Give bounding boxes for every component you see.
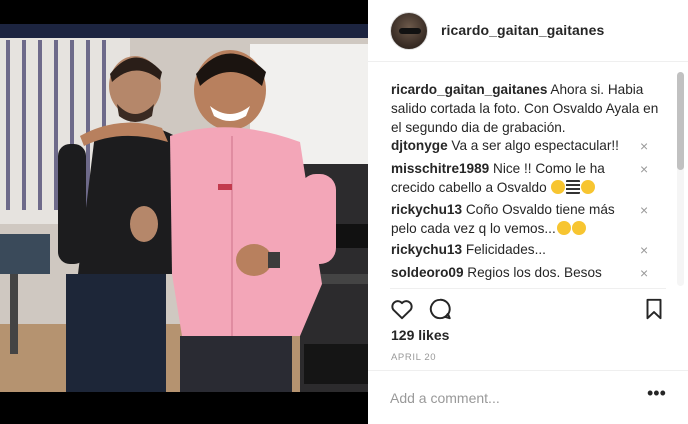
- comment-username[interactable]: rickychu13: [391, 242, 462, 257]
- likes-count[interactable]: 129 likes: [391, 327, 449, 343]
- bookmark-icon[interactable]: [641, 296, 667, 322]
- caption-username[interactable]: ricardo_gaitan_gaitanes: [391, 82, 547, 97]
- delete-comment-icon[interactable]: ×: [640, 243, 650, 257]
- action-bar: [368, 290, 688, 326]
- comments-scrollbar[interactable]: [677, 72, 684, 286]
- comment-text: Va a ser algo espectacular!!: [447, 138, 619, 153]
- post-date[interactable]: APRIL 20: [391, 352, 436, 363]
- delete-comment-icon[interactable]: ×: [640, 162, 650, 176]
- photo-illustration: [0, 24, 368, 392]
- divider: [390, 288, 666, 289]
- comment-item: soldeoro09 Regios los dos. Besos: [391, 263, 643, 282]
- more-options-icon[interactable]: •••: [647, 384, 666, 406]
- post-author-username[interactable]: ricardo_gaitan_gaitanes: [441, 22, 604, 38]
- post-photo[interactable]: [0, 24, 368, 392]
- heart-icon[interactable]: [389, 296, 415, 322]
- comment-item: djtonyge Va a ser algo espectacular!!: [391, 136, 643, 155]
- scrollbar-thumb[interactable]: [677, 72, 684, 170]
- comment-item: misschitre1989 Nice !! Como le ha crecid…: [391, 159, 643, 197]
- delete-comment-icon[interactable]: ×: [640, 266, 650, 280]
- delete-comment-icon[interactable]: ×: [640, 203, 650, 217]
- kiss-emoji-icon: [581, 180, 596, 194]
- post-header: ricardo_gaitan_gaitanes: [368, 0, 688, 62]
- comments-list: ricardo_gaitan_gaitanes Ahora si. Habia …: [368, 70, 674, 288]
- comment-username[interactable]: rickychu13: [391, 202, 462, 217]
- smile-emoji-icon: [556, 221, 571, 235]
- add-comment-bar: •••: [368, 370, 688, 424]
- post-caption: ricardo_gaitan_gaitanes Ahora si. Habia …: [391, 80, 663, 137]
- comment-text: Regios los dos. Besos: [463, 265, 602, 280]
- comment-item: rickychu13 Felicidades...: [391, 240, 643, 259]
- comment-input[interactable]: [390, 388, 630, 408]
- delete-comment-icon[interactable]: ×: [640, 139, 650, 153]
- smile-emoji-icon: [571, 221, 586, 235]
- flag-emoji-icon: [566, 180, 581, 194]
- avatar[interactable]: [390, 12, 428, 50]
- comment-icon[interactable]: [427, 296, 453, 322]
- comment-text: Felicidades...: [462, 242, 546, 257]
- comment-item: rickychu13 Coño Osvaldo tiene más pelo c…: [391, 200, 643, 238]
- comment-username[interactable]: djtonyge: [391, 138, 448, 153]
- grinning-emoji-icon: [551, 180, 566, 194]
- post-sidebar: ricardo_gaitan_gaitanes ricardo_gaitan_g…: [368, 0, 688, 424]
- avatar-glasses: [399, 28, 421, 34]
- post-photo-area: [0, 0, 368, 424]
- comment-username[interactable]: soldeoro09: [391, 265, 464, 280]
- comment-username[interactable]: misschitre1989: [391, 161, 489, 176]
